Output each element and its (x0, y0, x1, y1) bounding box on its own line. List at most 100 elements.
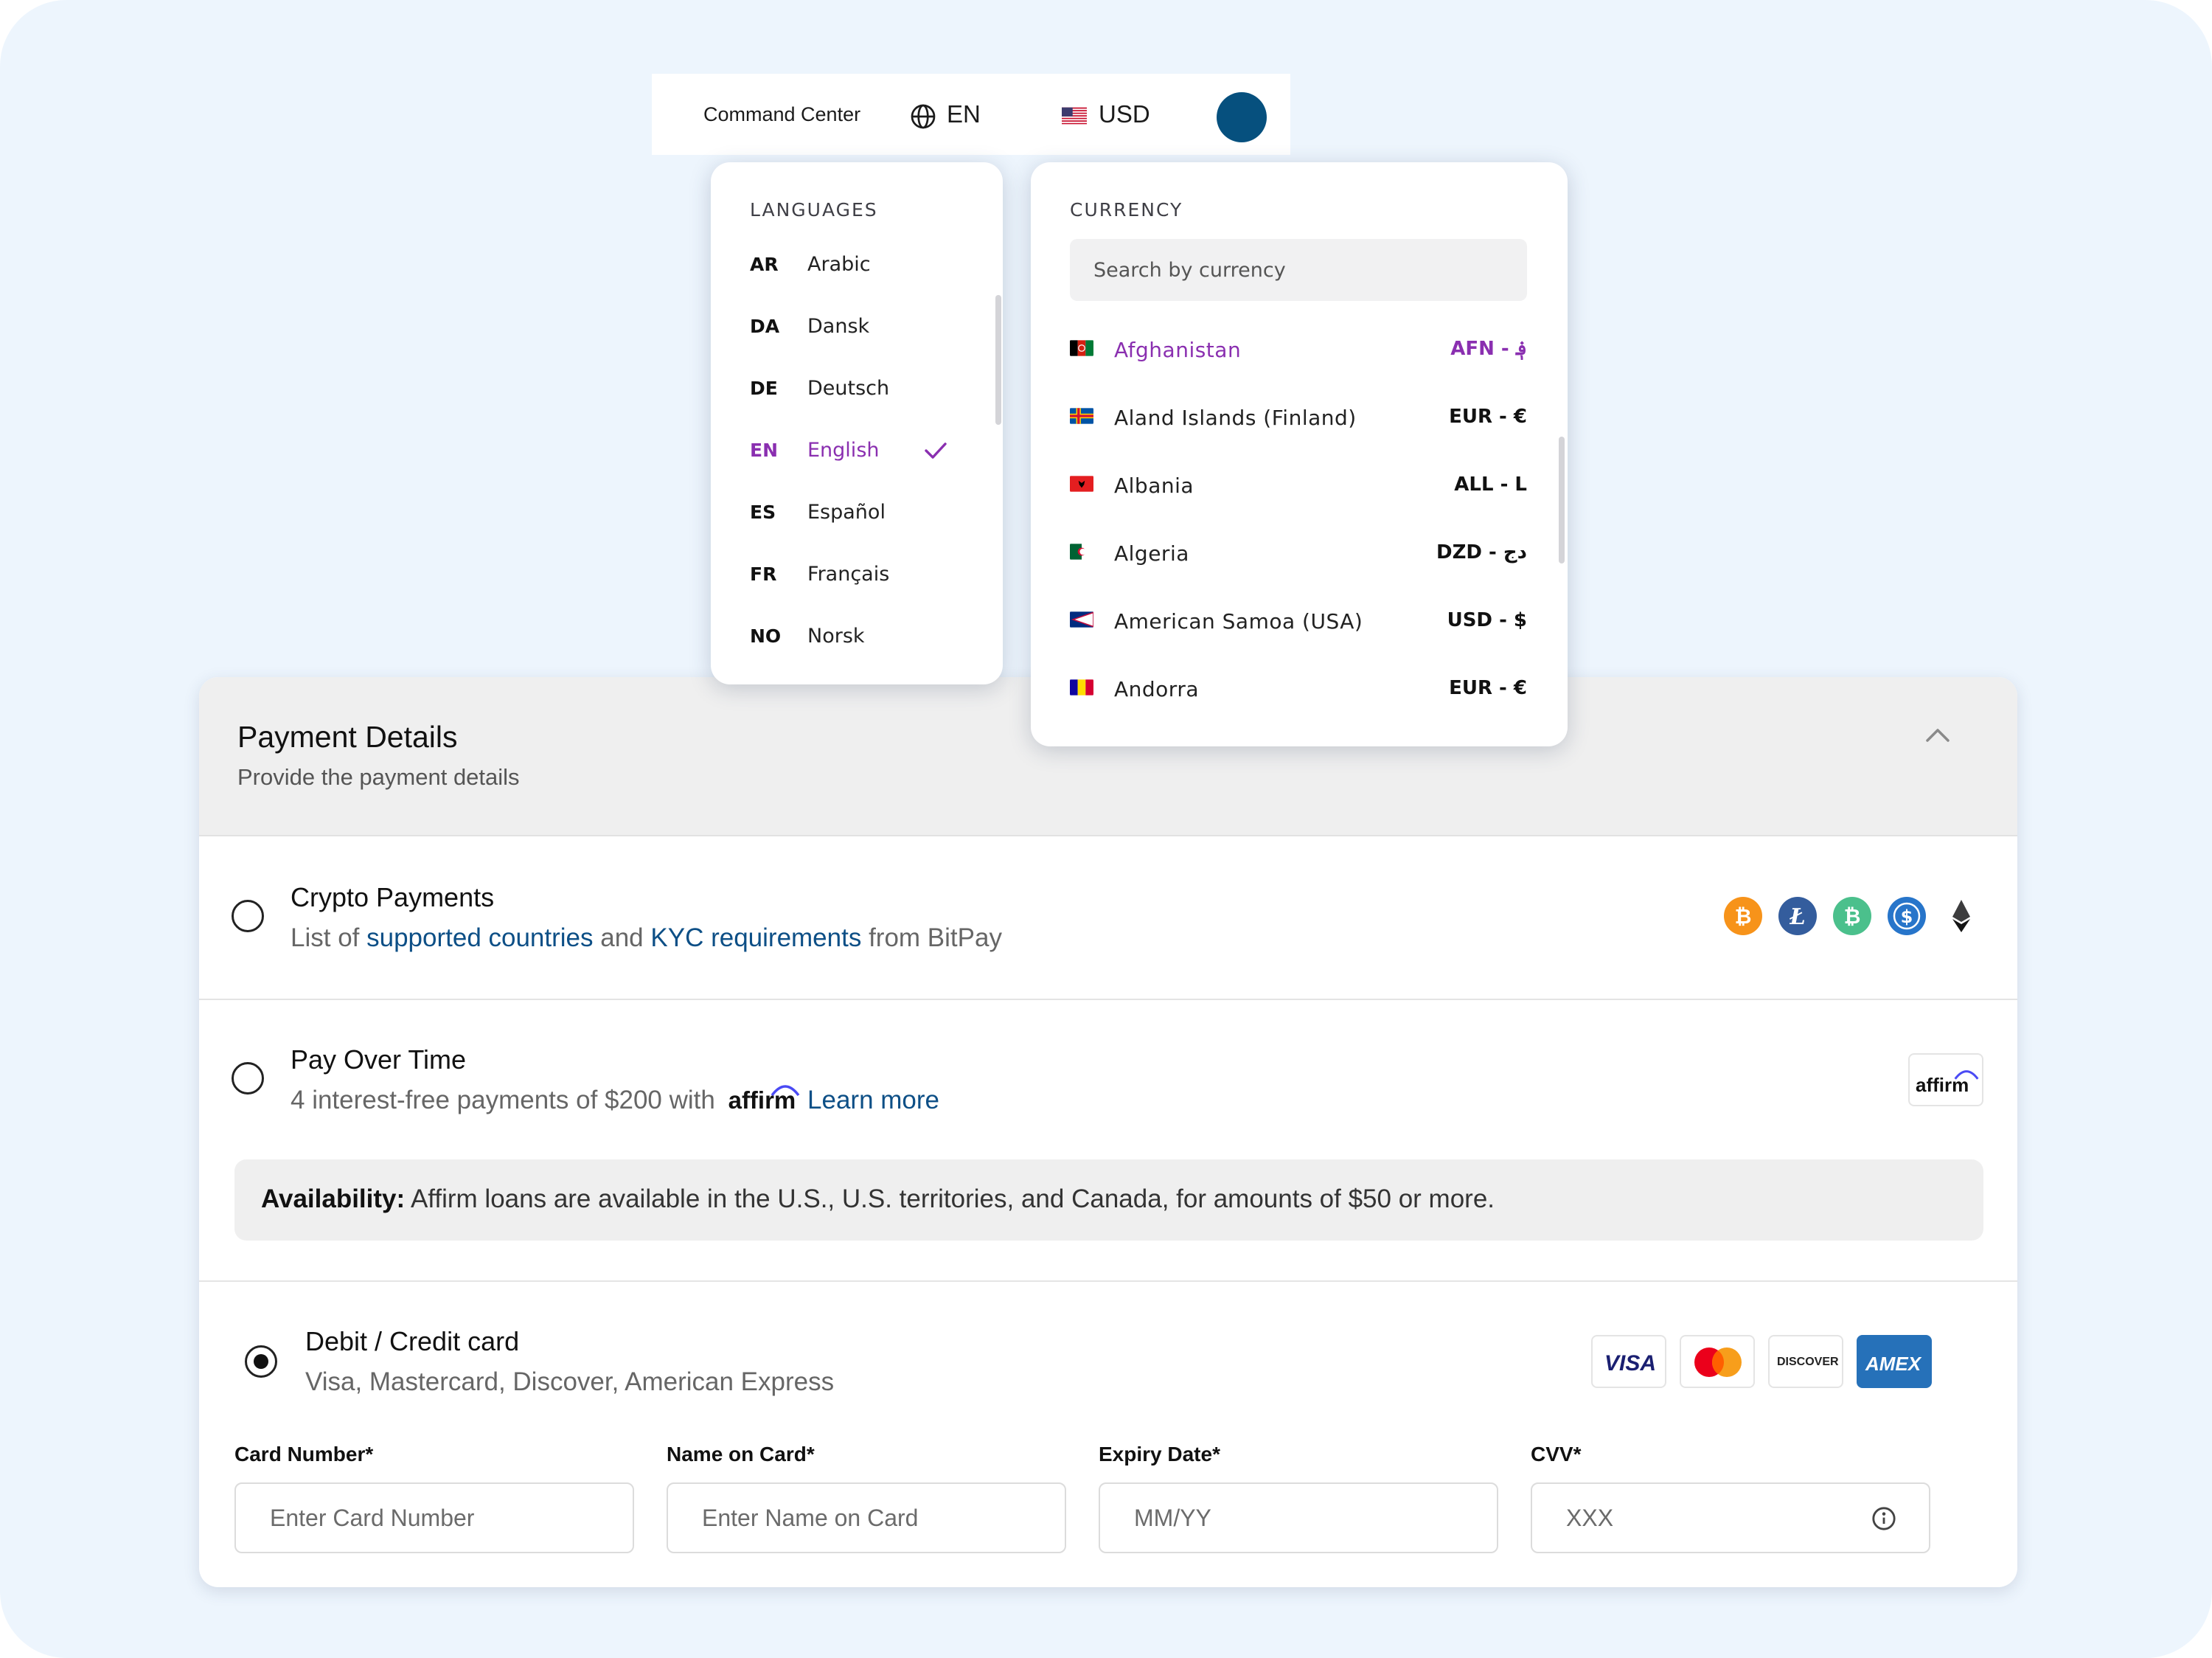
pay-over-time-title: Pay Over Time (291, 1044, 467, 1075)
languages-heading: LANGUAGES (750, 199, 878, 221)
currency-code: EUR - € (1449, 677, 1527, 699)
currency-item-aland-islands[interactable]: Aland Islands (Finland) EUR - € (1070, 395, 1527, 440)
currency-code: ALL - L (1454, 474, 1527, 496)
currency-item-albania[interactable]: Albania ALL - L (1070, 463, 1527, 507)
aland-flag-icon (1070, 408, 1093, 424)
currency-search-input[interactable] (1070, 239, 1527, 301)
svg-text:Ł: Ł (1789, 904, 1805, 930)
card-number-label: Card Number* (234, 1443, 374, 1466)
affirm-arc-icon (1954, 1070, 1979, 1080)
expiry-date-input[interactable] (1099, 1482, 1498, 1553)
language-item-ar[interactable]: AR Arabic (750, 243, 971, 288)
cvv-label: CVV* (1531, 1443, 1582, 1466)
american-samoa-flag-icon (1070, 611, 1093, 628)
currency-item-algeria[interactable]: Algeria DZD - دج (1070, 531, 1527, 575)
checkmark-icon (925, 443, 947, 459)
card-description: Visa, Mastercard, Discover, American Exp… (305, 1367, 835, 1396)
name-on-card-input[interactable] (667, 1482, 1066, 1553)
cvv-input[interactable] (1531, 1482, 1930, 1553)
discover-logo-text: DISCOVER (1777, 1356, 1839, 1368)
currency-code: USD - $ (1447, 609, 1527, 631)
currency-country: Albania (1114, 474, 1194, 498)
visa-logo-text: VISA (1604, 1351, 1657, 1376)
language-name: Dansk (807, 315, 870, 338)
afghanistan-flag-icon (1070, 340, 1093, 356)
crypto-desc-text: and (593, 923, 651, 952)
currency-country: Andorra (1114, 677, 1199, 701)
info-icon[interactable] (1871, 1506, 1896, 1531)
currency-country: American Samoa (USA) (1114, 609, 1363, 634)
language-item-es[interactable]: ES Español (750, 491, 971, 535)
divider (199, 999, 2017, 1000)
currency-heading: CURRENCY (1070, 199, 1183, 221)
globe-icon[interactable] (910, 103, 936, 130)
page-title: Payment Details (237, 720, 458, 754)
language-item-da[interactable]: DA Dansk (750, 305, 971, 350)
albania-flag-icon (1070, 476, 1093, 492)
language-item-fr[interactable]: FR Français (750, 553, 971, 597)
availability-notice: Availability: Affirm loans are available… (234, 1159, 1983, 1241)
languages-dropdown: LANGUAGES AR Arabic DA Dansk DE Deutsch … (711, 162, 1003, 684)
currency-code: EUR - € (1449, 406, 1527, 428)
kyc-requirements-link[interactable]: KYC requirements (650, 923, 861, 952)
language-code: NO (750, 625, 782, 647)
language-name: Arabic (807, 253, 871, 276)
language-name: English (807, 439, 880, 462)
payment-details-card: Payment Details Provide the payment deta… (199, 677, 2017, 1587)
currency-scrollbar[interactable] (1559, 437, 1565, 563)
language-name: Español (807, 501, 886, 524)
crypto-description: List of supported countries and KYC requ… (291, 923, 1002, 953)
crypto-title: Crypto Payments (291, 882, 495, 912)
card-title: Debit / Credit card (305, 1326, 520, 1356)
language-item-de[interactable]: DE Deutsch (750, 367, 971, 412)
language-item-no[interactable]: NO Norsk (750, 615, 971, 659)
language-selector[interactable]: EN (947, 100, 981, 128)
command-center-link[interactable]: Command Center (703, 103, 860, 126)
amex-logo-text: AMEX (1865, 1353, 1921, 1375)
bitcoin-icon: ₿ (1724, 897, 1762, 935)
currency-item-american-samoa[interactable]: American Samoa (USA) USD - $ (1070, 599, 1527, 643)
affirm-arc-icon (771, 1085, 800, 1097)
affirm-logo: affirm (1908, 1053, 1983, 1106)
chevron-up-icon[interactable] (1923, 724, 1952, 746)
language-name: Deutsch (807, 377, 890, 400)
ethereum-icon (1952, 900, 1970, 932)
language-code: EN (750, 440, 779, 461)
currency-item-afghanistan[interactable]: Afghanistan AFN - ؋ (1070, 327, 1527, 372)
currency-selector[interactable]: USD (1099, 100, 1150, 128)
mastercard-circles-icon (1694, 1347, 1742, 1377)
card-radio[interactable] (245, 1345, 277, 1378)
pay-over-time-description: 4 interest-free payments of $200 with af… (291, 1085, 939, 1115)
usdc-icon: $ (1888, 897, 1926, 935)
visa-logo: VISA (1591, 1335, 1666, 1388)
availability-body: Affirm loans are available in the U.S., … (405, 1184, 1495, 1213)
expiry-date-label: Expiry Date* (1099, 1443, 1220, 1466)
currency-code: AFN - ؋ (1450, 338, 1527, 360)
mastercard-logo (1680, 1335, 1755, 1388)
language-name: Français (807, 563, 890, 586)
learn-more-link[interactable]: Learn more (807, 1086, 939, 1114)
crypto-desc-text: List of (291, 923, 367, 952)
name-on-card-label: Name on Card* (667, 1443, 815, 1466)
currency-item-andorra[interactable]: Andorra EUR - € (1070, 667, 1527, 711)
card-number-input[interactable] (234, 1482, 634, 1553)
language-code: ES (750, 502, 776, 523)
algeria-flag-icon (1070, 544, 1093, 560)
currency-code: DZD - دج (1436, 541, 1527, 563)
pay-over-time-radio[interactable] (232, 1062, 264, 1095)
pay-over-time-desc-text: 4 interest-free payments of $200 with (291, 1086, 715, 1114)
language-name: Norsk (807, 625, 865, 648)
page-subtitle: Provide the payment details (237, 764, 520, 790)
languages-scrollbar[interactable] (995, 295, 1001, 425)
svg-text:₿: ₿ (1735, 904, 1752, 929)
availability-label: Availability: (261, 1184, 406, 1213)
svg-text:$: $ (1901, 906, 1913, 927)
discover-logo: DISCOVER (1768, 1335, 1843, 1388)
avatar[interactable] (1217, 92, 1267, 142)
supported-countries-link[interactable]: supported countries (366, 923, 593, 952)
divider (199, 1280, 2017, 1282)
crypto-radio[interactable] (232, 900, 264, 932)
language-code: FR (750, 563, 777, 585)
language-item-en[interactable]: EN English (750, 429, 971, 474)
bitcoin-cash-icon: ₿ (1833, 897, 1871, 935)
